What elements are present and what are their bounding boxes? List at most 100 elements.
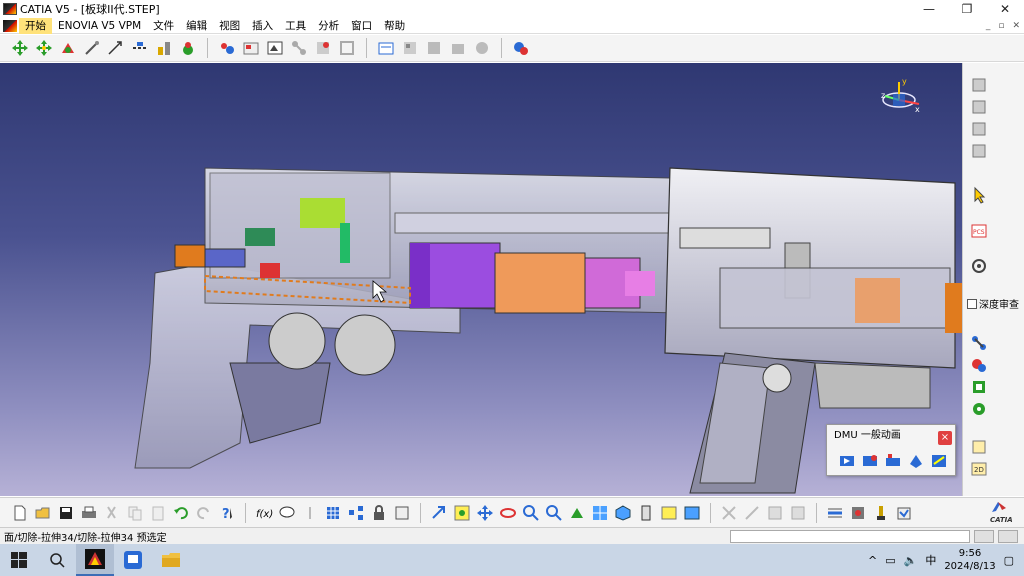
command-input[interactable] (730, 530, 970, 543)
doc-close-button[interactable]: ✕ (1012, 21, 1020, 31)
windows-start-icon[interactable] (0, 544, 38, 576)
align-icon[interactable] (848, 503, 868, 523)
pan-icon[interactable] (429, 503, 449, 523)
minimize-button[interactable]: — (910, 0, 948, 18)
catalog-icon[interactable] (241, 38, 261, 58)
save-icon[interactable] (56, 503, 76, 523)
graph-icon[interactable] (289, 38, 309, 58)
section-analysis-icon[interactable] (968, 377, 990, 397)
file-explorer-icon[interactable] (152, 544, 190, 576)
render-icon[interactable] (511, 38, 531, 58)
clash-icon[interactable] (742, 503, 762, 523)
status-button-2[interactable] (998, 530, 1018, 543)
shading-icon[interactable] (636, 503, 656, 523)
menu-enovia[interactable]: ENOVIA V5 VPM (52, 18, 147, 34)
formula-icon[interactable]: f(x) (254, 503, 274, 523)
sequence-icon[interactable] (883, 451, 903, 471)
menu-start[interactable]: 开始 (19, 17, 52, 34)
network-icon[interactable]: ▭ (885, 554, 895, 567)
taskbar-catia-icon[interactable] (76, 544, 114, 576)
table-icon[interactable] (400, 38, 420, 58)
document-icon[interactable] (3, 19, 17, 32)
copy-icon[interactable] (125, 503, 145, 523)
compare-icon[interactable] (154, 38, 174, 58)
compare-icon[interactable] (765, 503, 785, 523)
open-icon[interactable] (33, 503, 53, 523)
restore-button[interactable]: ❐ (948, 0, 986, 18)
swap-space-icon[interactable] (682, 503, 702, 523)
menu-analyze[interactable]: 分析 (312, 18, 345, 34)
menu-insert[interactable]: 插入 (246, 18, 279, 34)
fit-all-icon[interactable] (452, 503, 472, 523)
move-icon[interactable] (10, 38, 30, 58)
menu-view[interactable]: 视图 (213, 18, 246, 34)
tree-icon[interactable] (346, 503, 366, 523)
volume-icon[interactable]: 🔈 (904, 554, 918, 567)
rotate-icon[interactable] (498, 503, 518, 523)
pcs-icon[interactable]: PCS (968, 221, 990, 241)
cut-icon[interactable] (102, 503, 122, 523)
move-icon[interactable] (475, 503, 495, 523)
dmu-close-button[interactable]: × (938, 431, 952, 445)
depth-check-toggle[interactable]: 深度审查 (967, 296, 1019, 311)
normal-view-icon[interactable] (567, 503, 587, 523)
assembly-icon[interactable] (968, 97, 990, 117)
simulation-player-icon[interactable] (837, 451, 857, 471)
shuttle-icon[interactable] (906, 451, 926, 471)
kinematics-icon[interactable] (968, 399, 990, 419)
publish-icon[interactable] (376, 38, 396, 58)
texture-icon[interactable] (719, 503, 739, 523)
network-icon[interactable] (968, 333, 990, 353)
menu-edit[interactable]: 编辑 (180, 18, 213, 34)
notification-icon[interactable]: ▢ (1004, 554, 1014, 567)
knowledge-icon[interactable] (178, 38, 198, 58)
distance-icon[interactable] (106, 38, 126, 58)
product-icon[interactable] (968, 119, 990, 139)
fastener-icon[interactable] (825, 503, 845, 523)
redo-icon[interactable] (194, 503, 214, 523)
gun-assembly-model[interactable] (0, 63, 962, 496)
measure-icon[interactable] (313, 38, 333, 58)
product-icon[interactable] (217, 38, 237, 58)
zoom-in-icon[interactable] (521, 503, 541, 523)
undo-icon[interactable] (171, 503, 191, 523)
menu-tools[interactable]: 工具 (279, 18, 312, 34)
zoom-out-icon[interactable] (544, 503, 564, 523)
chevron-up-icon[interactable]: ^ (868, 554, 877, 567)
close-button[interactable]: ✕ (986, 0, 1024, 18)
product-icon[interactable] (871, 503, 891, 523)
links-icon[interactable] (424, 38, 444, 58)
multiview-icon[interactable] (590, 503, 610, 523)
status-button-1[interactable] (974, 530, 994, 543)
section-icon[interactable] (130, 38, 150, 58)
snap-icon[interactable] (34, 38, 54, 58)
taskbar-app-icon[interactable] (114, 544, 152, 576)
menu-window[interactable]: 窗口 (345, 18, 378, 34)
clash-icon[interactable] (82, 38, 102, 58)
sketch-icon[interactable] (337, 38, 357, 58)
3d-viewport[interactable]: y z x (0, 63, 962, 496)
lock-icon[interactable] (369, 503, 389, 523)
paste-icon[interactable] (148, 503, 168, 523)
annotation-icon[interactable] (968, 437, 990, 457)
iso-view-icon[interactable] (613, 503, 633, 523)
doc-minimize-button[interactable]: _ (986, 21, 991, 31)
menu-file[interactable]: 文件 (147, 18, 180, 34)
menu-help[interactable]: 帮助 (378, 18, 411, 34)
pointer-icon[interactable] (300, 503, 320, 523)
track-icon[interactable] (860, 451, 880, 471)
whatsthis-icon[interactable]: ? (217, 503, 237, 523)
swap-icon[interactable] (448, 38, 468, 58)
print-icon[interactable] (79, 503, 99, 523)
clash-analysis-icon[interactable] (968, 355, 990, 375)
new-icon[interactable] (10, 503, 30, 523)
view-icon[interactable] (968, 75, 990, 95)
manipulate-icon[interactable] (58, 38, 78, 58)
select-pointer-icon[interactable] (968, 185, 990, 205)
catalog-icon[interactable] (788, 503, 808, 523)
knowledge-icon[interactable] (277, 503, 297, 523)
search-icon[interactable] (38, 544, 76, 576)
compass-icon[interactable]: y z x (875, 76, 925, 126)
part-icon[interactable] (968, 141, 990, 161)
ime-indicator[interactable]: 中 (925, 552, 936, 568)
